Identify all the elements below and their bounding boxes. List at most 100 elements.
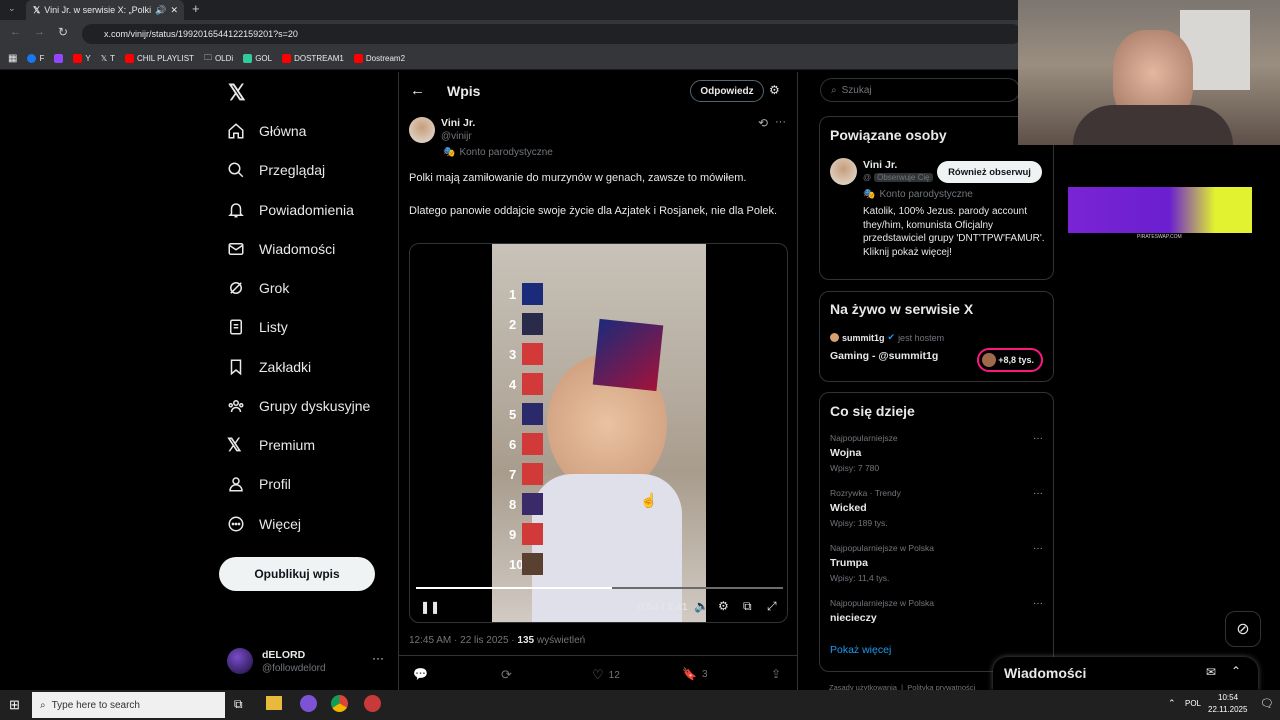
post-meta: 12:45 AM · 22 lis 2025 · 135 wyświetleń — [409, 635, 585, 646]
rank-item: 3 — [509, 342, 543, 366]
trend-count: Wpisy: 189 tys. — [830, 518, 888, 528]
trend-more-icon[interactable]: ··· — [1033, 488, 1043, 499]
account-handle: @followdelord — [262, 663, 326, 674]
nav-communities[interactable]: Grupy dyskusyjne — [227, 393, 370, 419]
post-more-icon[interactable]: ··· — [775, 116, 786, 128]
nav-profile[interactable]: Profil — [227, 471, 291, 497]
reply-icon[interactable]: 💬 — [413, 667, 428, 681]
notifications-icon[interactable]: 🗨 — [1260, 697, 1274, 710]
new-tab-icon[interactable]: + — [192, 1, 200, 16]
nav-messages[interactable]: Wiadomości — [227, 236, 335, 262]
trend-item[interactable]: Rozrywka · Trendy Wicked Wpisy: 189 tys. ··… — [830, 488, 1045, 536]
tab-menu-chevron-icon[interactable]: ⌄ — [8, 3, 16, 14]
nav-more[interactable]: Więcej — [227, 511, 301, 537]
taskbar-search-field[interactable]: ⌕ Type here to search — [32, 692, 225, 718]
share-icon[interactable]: ⇪ — [771, 667, 781, 681]
heart-icon: ♡ — [592, 667, 604, 682]
follow-back-button[interactable]: Również obserwuj — [937, 161, 1042, 183]
pause-icon[interactable]: ❚❚ — [420, 600, 440, 614]
speaker-icon[interactable]: 🔊 — [155, 5, 166, 16]
clock-time[interactable]: 10:54 — [1218, 693, 1238, 702]
trend-item[interactable]: Najpopularniejsze w Polska Trumpa Wpisy: 1… — [830, 543, 1045, 591]
bookmark-oldi[interactable]: 🗀 OLDi — [204, 52, 233, 66]
windows-start-icon[interactable]: ⊞ — [9, 697, 20, 713]
close-tab-icon[interactable]: ✕ — [170, 5, 184, 16]
bookmark-chil[interactable]: CHIL PLAYLIST — [125, 54, 194, 63]
nav-bookmarks[interactable]: Zakładki — [227, 354, 311, 380]
related-avatar[interactable] — [830, 158, 857, 185]
search-field[interactable]: ⌕ Szukaj — [820, 78, 1020, 102]
back-arrow-icon[interactable]: ← — [410, 82, 425, 99]
volume-icon[interactable]: 🔈 — [694, 599, 709, 613]
expand-chevron-icon[interactable]: ⌃ — [1231, 664, 1241, 678]
app-icon[interactable] — [300, 695, 317, 712]
file-explorer-icon[interactable] — [266, 696, 282, 710]
messages-drawer[interactable]: Wiadomości ✉ ⌃ — [993, 657, 1258, 691]
live-stream-title[interactable]: Gaming - @summit1g — [830, 350, 938, 362]
browser-tab[interactable]: 𝕏 Vini Jr. w serwisie X: „Polki m 🔊 ✕ — [26, 0, 184, 20]
video-progress-track[interactable] — [416, 587, 783, 589]
nav-grok[interactable]: Grok — [227, 275, 289, 301]
reload-icon[interactable]: ↻ — [58, 25, 68, 39]
app-icon[interactable] — [364, 695, 381, 712]
like-button[interactable]: ♡ 12 — [592, 667, 620, 683]
trend-item[interactable]: Najpopularniejsze w Polska niecieczy ··· — [830, 598, 1045, 646]
repost-icon[interactable]: ⟳ — [501, 667, 512, 683]
grok-explain-icon[interactable]: ⟲ — [758, 116, 768, 130]
bookmark-dostream2[interactable]: Dostream2 — [353, 54, 405, 63]
apps-grid-icon[interactable]: ▦ — [8, 53, 17, 64]
bookmark-t[interactable]: 𝕏T — [101, 54, 115, 63]
nav-explore[interactable]: Przeglądaj — [227, 157, 325, 183]
account-switcher[interactable]: dELORD @followdelord ··· — [227, 647, 387, 679]
nav-home[interactable]: Główna — [227, 118, 306, 144]
bookmark-dostream1[interactable]: DOSTREAM1 — [282, 54, 344, 63]
trend-count: Wpisy: 7 780 — [830, 463, 880, 473]
forward-icon[interactable]: → — [34, 26, 45, 38]
ad-banner[interactable] — [1068, 187, 1252, 233]
bookmark-button[interactable]: 🔖 3 — [682, 667, 708, 681]
trend-more-icon[interactable]: ··· — [1033, 598, 1043, 609]
chrome-icon[interactable] — [331, 695, 348, 712]
live-listeners-pill[interactable]: +8,8 tys. — [977, 348, 1043, 372]
host-label: jest hostem — [898, 332, 945, 343]
related-name[interactable]: Vini Jr. — [863, 159, 897, 171]
back-icon[interactable]: ← — [10, 26, 21, 38]
author-avatar[interactable] — [409, 117, 435, 143]
post-button[interactable]: Opublikuj wpis — [219, 557, 375, 591]
bookmark-gol[interactable]: GOL — [243, 54, 272, 63]
author-name[interactable]: Vini Jr. — [441, 117, 475, 129]
nav-notifications[interactable]: Powiadomienia — [227, 197, 354, 223]
nav-label: Więcej — [259, 516, 302, 532]
video-player[interactable]: 1 2 3 4 5 6 7 8 9 10 ❚❚ 0:54 / 1:41 🔈 ⚙ ⧉ ⤢ — [409, 243, 788, 623]
rank-number: 9 — [509, 526, 517, 542]
more-dots-icon[interactable]: ··· — [372, 651, 384, 665]
pip-icon[interactable]: ⧉ — [743, 599, 752, 614]
nav-lists[interactable]: Listy — [227, 314, 288, 340]
trend-more-icon[interactable]: ··· — [1033, 433, 1043, 444]
tray-chevron-icon[interactable]: ⌃ — [1168, 698, 1176, 709]
nav-premium[interactable]: 𝕏 Premium — [227, 432, 315, 458]
task-view-icon[interactable]: ⧉ — [234, 697, 243, 712]
language-indicator[interactable]: POL — [1185, 699, 1201, 708]
new-message-icon[interactable]: ✉ — [1206, 665, 1216, 679]
sliders-icon[interactable]: ⚙ — [769, 83, 780, 97]
post-text-line1: Polki mają zamiłowanie do murzynów w gen… — [409, 172, 747, 184]
show-more-link[interactable]: Pokaż więcej — [830, 644, 891, 656]
fullscreen-icon[interactable]: ⤢ — [767, 599, 777, 614]
settings-gear-icon[interactable]: ⚙ — [718, 599, 729, 613]
author-handle[interactable]: @vinijr — [441, 131, 472, 142]
rank-number: 4 — [509, 376, 517, 392]
grok-floating-icon[interactable]: ⊘ — [1225, 611, 1261, 647]
trend-more-icon[interactable]: ··· — [1033, 543, 1043, 554]
bookmark-twitch[interactable] — [54, 54, 64, 63]
reply-button[interactable]: Odpowiedz — [690, 80, 764, 102]
bookmark-y[interactable]: Y — [73, 54, 91, 63]
x-home-logo-icon[interactable]: 𝕏 — [228, 80, 246, 106]
youtube-icon — [282, 54, 292, 63]
bookmark-f[interactable]: F — [27, 54, 44, 63]
clock-date[interactable]: 22.11.2025 — [1208, 705, 1247, 714]
rank-number: 2 — [509, 316, 517, 332]
trend-item[interactable]: Najpopularniejsze Wojna Wpisy: 7 780 ··· — [830, 433, 1045, 481]
url-field[interactable]: x.com/vinijr/status/1992016544122159201?… — [82, 24, 1022, 44]
live-host-row[interactable]: summit1g ✔ jest hostem — [830, 332, 944, 343]
